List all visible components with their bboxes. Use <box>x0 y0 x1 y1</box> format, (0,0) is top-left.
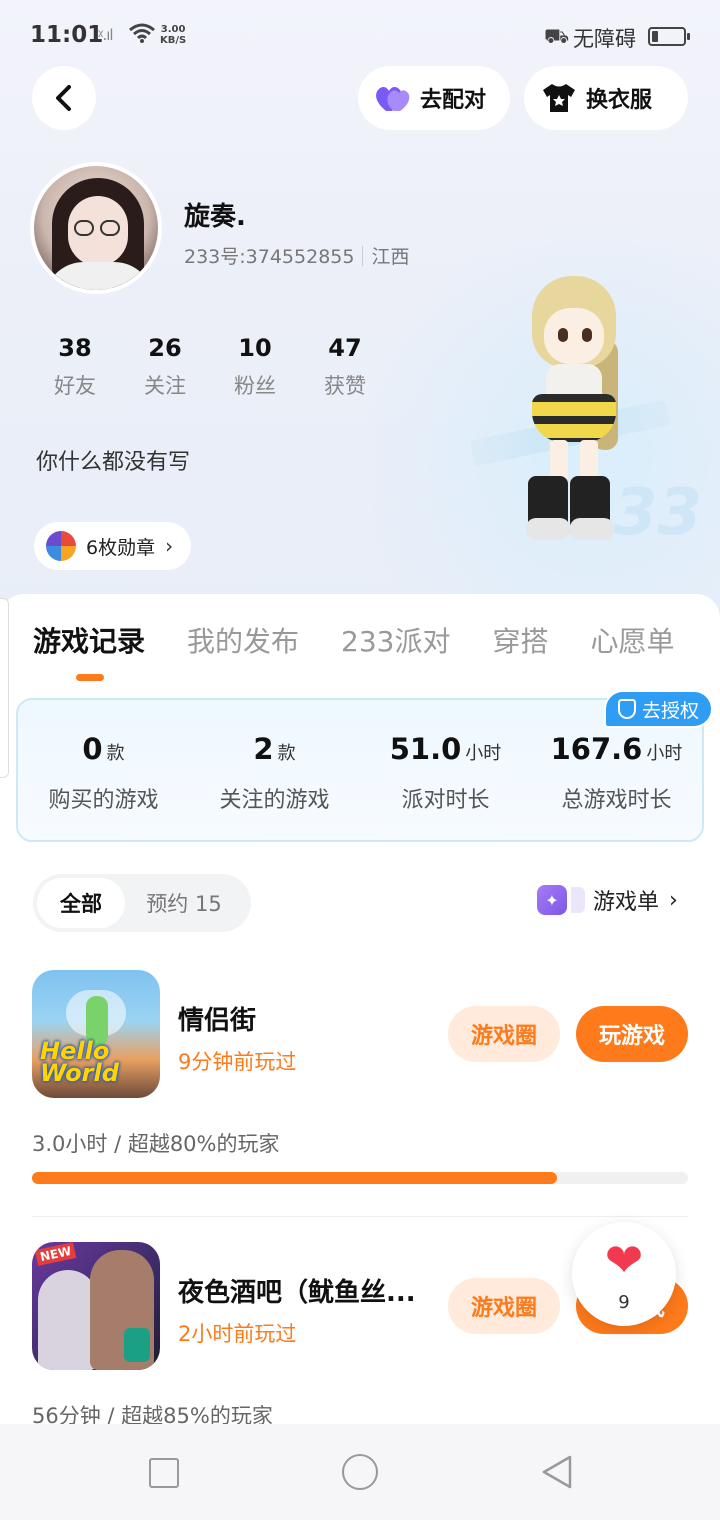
back-button[interactable] <box>32 66 96 130</box>
like-count: 9 <box>618 1292 630 1313</box>
system-nav-bar <box>0 1424 720 1520</box>
shield-icon <box>618 699 636 719</box>
thumbnail-title: Hello World <box>40 1037 119 1087</box>
new-badge: NEW <box>34 1242 77 1266</box>
stat-friends[interactable]: 38 好友 <box>30 334 120 400</box>
summary-party-time: 51.0 小时 派对时长 <box>389 732 502 813</box>
user-region: 江西 <box>371 246 410 268</box>
authorize-button[interactable]: 去授权 <box>604 690 714 728</box>
game-list-label: 游戏单 <box>593 890 660 915</box>
battery-icon <box>648 27 690 46</box>
status-bar: 11:01 ᵡ.ıl 3.00 KB/S ⛟ 无障碍 <box>0 0 720 66</box>
tshirt-icon <box>540 79 578 117</box>
edge-handle[interactable] <box>0 598 9 778</box>
tab-game-records[interactable]: 游戏记录 <box>33 620 145 660</box>
playtime-progress <box>32 1172 688 1184</box>
heart-icon: ❤ <box>604 1233 644 1287</box>
divider <box>32 1216 688 1217</box>
stat-fans[interactable]: 10 粉丝 <box>210 334 300 400</box>
change-outfit-button[interactable]: 换衣服 <box>524 66 688 130</box>
tab-wishlist[interactable]: 心愿单 <box>591 620 675 660</box>
avatar-3d-model[interactable]: 233 <box>469 270 710 570</box>
summary-followed: 2款 关注的游戏 <box>219 732 330 813</box>
home-icon[interactable] <box>342 1454 378 1490</box>
match-button[interactable]: 去配对 <box>358 66 510 130</box>
recents-icon[interactable] <box>149 1458 179 1488</box>
match-label: 去配对 <box>420 88 487 113</box>
medal-icon <box>46 531 76 561</box>
game-summary-card: 0款 购买的游戏 2款 关注的游戏 51.0 小时 派对时长 167.6 小时 总游… <box>16 698 704 842</box>
change-outfit-label: 换衣服 <box>586 88 653 113</box>
user-id: 233号:374552855 <box>184 246 355 268</box>
nickname: 旋奏. <box>184 202 246 232</box>
tab-233-party[interactable]: 233派对 <box>341 620 450 660</box>
hearts-icon <box>374 79 412 117</box>
status-time: 11:01 <box>30 22 104 48</box>
like-float-button[interactable]: ❤ 9 <box>572 1222 676 1326</box>
filter-reserve[interactable]: 预约 15 <box>125 878 243 928</box>
play-game-button[interactable]: 玩游戏 <box>576 1006 688 1062</box>
net-speed: 3.00 KB/S <box>160 24 187 46</box>
signal-icon: ᵡ.ıl <box>98 26 114 44</box>
game-circle-button[interactable]: 游戏圈 <box>448 1006 560 1062</box>
bio-text[interactable]: 你什么都没有写 <box>36 444 190 476</box>
accessibility-icon: ⛟ <box>544 24 570 48</box>
authorize-label: 去授权 <box>642 699 700 722</box>
tab-my-posts[interactable]: 我的发布 <box>187 620 299 660</box>
list-item[interactable]: Hello World 情侣街 9分钟前玩过 游戏圈 玩游戏 3.0小时 / 超… <box>32 970 688 1190</box>
profile-stats: 38 好友 26 关注 10 粉丝 47 获赞 <box>30 334 390 400</box>
game-thumbnail[interactable]: NEW <box>32 1242 160 1370</box>
chevron-left-icon <box>56 85 71 111</box>
filter-all[interactable]: 全部 <box>37 878 125 928</box>
game-circle-button[interactable]: 游戏圈 <box>448 1278 560 1334</box>
stat-likes[interactable]: 47 获赞 <box>300 334 390 400</box>
avatar[interactable] <box>30 162 162 294</box>
game-list-link[interactable]: ✦ 游戏单 › <box>537 884 678 916</box>
medals-button[interactable]: 6枚勋章 › <box>34 522 192 570</box>
sparkle-icon: ✦ <box>537 885 567 915</box>
stat-following[interactable]: 26 关注 <box>120 334 210 400</box>
summary-purchased: 0款 购买的游戏 <box>48 732 159 813</box>
user-id-line: 233号:374552855 江西 <box>184 242 409 269</box>
tab-indicator <box>76 674 104 681</box>
chevron-right-icon: › <box>165 534 174 558</box>
accessibility-label: 无障碍 <box>573 27 636 51</box>
last-played: 9分钟前玩过 <box>178 1050 297 1074</box>
filter-segment: 全部 预约 15 <box>33 874 251 932</box>
medals-label: 6枚勋章 <box>86 536 156 559</box>
chevron-right-icon: › <box>669 887 678 913</box>
profile-tabs: 游戏记录 我的发布 233派对 穿搭 心愿单 <box>33 620 717 660</box>
playtime-rank: 3.0小时 / 超越80%的玩家 <box>32 1132 280 1156</box>
game-title: 情侣街 <box>178 1006 257 1036</box>
wifi-icon <box>128 22 156 49</box>
game-thumbnail[interactable]: Hello World <box>32 970 160 1098</box>
back-triangle-icon[interactable] <box>540 1454 574 1490</box>
last-played: 2小时前玩过 <box>178 1322 297 1346</box>
tab-outfits[interactable]: 穿搭 <box>492 620 548 660</box>
game-title: 夜色酒吧（鱿鱼丝... <box>178 1278 416 1308</box>
